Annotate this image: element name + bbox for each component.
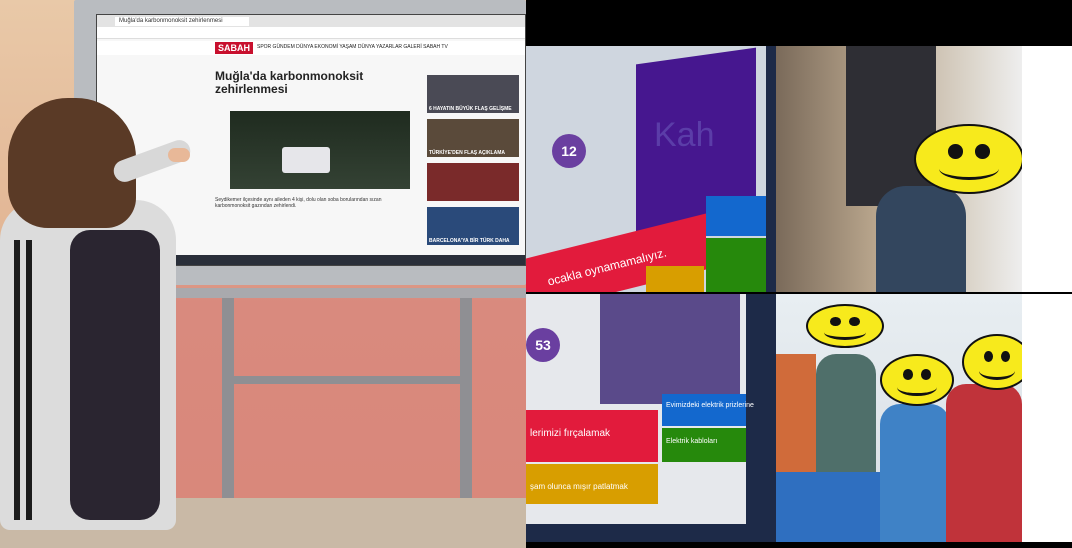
smiley-face-icon bbox=[806, 304, 884, 348]
smiley-face-icon bbox=[880, 354, 954, 406]
classroom-photo-top bbox=[776, 46, 1022, 292]
answer-text: lerimizi fırçalamak bbox=[530, 428, 611, 439]
answer-blue bbox=[662, 394, 746, 426]
thumbnail-caption: 6 HAYATIN BÜYÜK FLAŞ GELİŞME bbox=[429, 106, 512, 112]
news-thumbnail bbox=[427, 163, 519, 201]
news-thumbnail: 6 HAYATIN BÜYÜK FLAŞ GELİŞME bbox=[427, 75, 519, 113]
student-figure bbox=[946, 384, 1022, 542]
question-number-badge: 53 bbox=[526, 328, 560, 362]
kahoot-photo-bottom: lerimizi fırçalamak şam olunca mışır pat… bbox=[526, 294, 776, 542]
board-stand bbox=[460, 298, 472, 498]
site-nav-links: SPOR GÜNDEM DÜNYA EKONOMİ YAŞAM DÜNYA YA… bbox=[257, 44, 448, 50]
board-stand-bar bbox=[222, 376, 472, 384]
pointing-hand bbox=[168, 148, 190, 162]
student-figure bbox=[876, 186, 966, 292]
site-logo: SABAH bbox=[215, 42, 254, 54]
answer-green bbox=[706, 238, 766, 292]
right-collage: Kah ocakla oynamamalıyız. 12 lerimizi fı… bbox=[526, 0, 1072, 548]
browser-tab: Muğla'da karbonmonoksit zehirlenmesi bbox=[115, 17, 249, 26]
answer-blue bbox=[706, 196, 766, 236]
kahoot-photo-top: Kah ocakla oynamamalıyız. 12 bbox=[526, 46, 776, 292]
news-headline: Muğla'da karbonmonoksit zehirlenmesi bbox=[215, 69, 364, 96]
jacket-stripe bbox=[14, 240, 20, 520]
answer-yellow bbox=[646, 266, 704, 292]
kahoot-logo-text: Kah bbox=[654, 116, 715, 154]
news-thumbnail: TÜRKİYE'DEN FLAŞ AÇIKLAMA bbox=[427, 119, 519, 157]
news-summary: Seydikemer ilçesinde aynı aileden 4 kişi… bbox=[215, 197, 382, 209]
classroom-photo-bottom bbox=[776, 294, 1022, 542]
board-tray bbox=[150, 288, 526, 298]
site-nav-bar: SABAH SPOR GÜNDEM DÜNYA EKONOMİ YAŞAM DÜ… bbox=[97, 41, 525, 55]
answer-text: Elektrik kabloları bbox=[666, 438, 718, 445]
news-thumbnail: BARCELONA'YA BİR TÜRK DAHA bbox=[427, 207, 519, 245]
answer-text: Evimizdeki elektrik prizlerine bbox=[666, 402, 754, 409]
collage-border bbox=[1022, 46, 1072, 292]
browser-tab-strip: Muğla'da karbonmonoksit zehirlenmesi bbox=[97, 15, 525, 27]
collage-border bbox=[1022, 294, 1072, 542]
smiley-face-icon bbox=[914, 124, 1022, 194]
ambulance-image bbox=[282, 147, 330, 173]
browser-url-bar bbox=[97, 27, 525, 39]
question-number-badge: 12 bbox=[552, 134, 586, 168]
thumbnail-caption: BARCELONA'YA BİR TÜRK DAHA bbox=[429, 238, 510, 244]
answer-green bbox=[662, 428, 746, 462]
left-photo: Muğla'da karbonmonoksit zehirlenmesi SAB… bbox=[0, 0, 526, 548]
news-photo bbox=[230, 111, 410, 189]
student-shirt bbox=[70, 230, 160, 520]
curtain bbox=[846, 46, 936, 206]
board-stand bbox=[222, 298, 234, 498]
jacket-stripe bbox=[26, 240, 32, 520]
video-area bbox=[600, 294, 740, 404]
thumbnail-caption: TÜRKİYE'DEN FLAŞ AÇIKLAMA bbox=[429, 150, 506, 156]
student-figure bbox=[880, 404, 950, 542]
answer-text: şam olunca mışır patlatmak bbox=[530, 482, 628, 491]
news-thumbnails: 6 HAYATIN BÜYÜK FLAŞ GELİŞME TÜRKİYE'DEN… bbox=[427, 75, 519, 251]
smiley-face-icon bbox=[962, 334, 1022, 390]
